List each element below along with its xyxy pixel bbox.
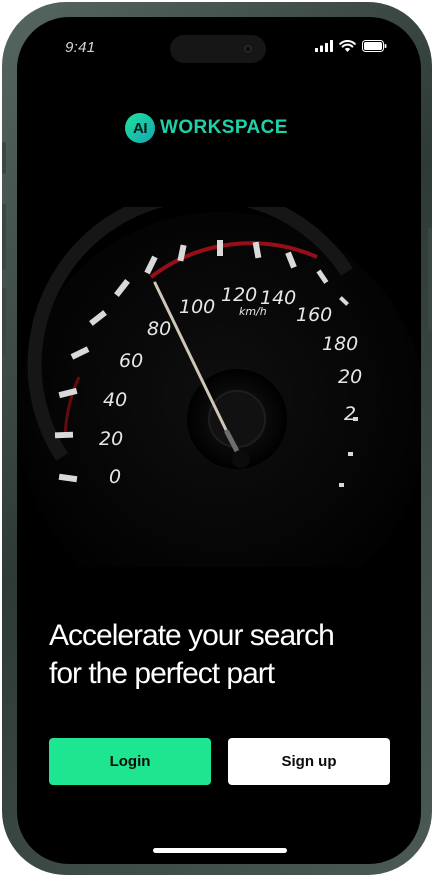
hero-line-2: for the perfect part xyxy=(49,657,275,690)
gauge-label: 20 xyxy=(338,366,362,388)
hero-line-1: Accelerate your search xyxy=(49,619,335,652)
front-camera xyxy=(244,45,252,53)
phone-frame: 9:41 AI WORKSPACE 0 20 40 60 80 100 120 … xyxy=(2,2,432,875)
gauge-label: 2 xyxy=(344,403,356,425)
speedometer-image: 0 20 40 60 80 100 120 140 160 180 20 2 k… xyxy=(17,207,421,567)
gauge-label: 100 xyxy=(179,296,215,318)
power-button xyxy=(428,228,432,332)
gauge-label: 80 xyxy=(147,318,171,340)
login-button[interactable]: Login xyxy=(49,738,211,785)
home-indicator[interactable] xyxy=(153,848,287,853)
gauge-label: 0 xyxy=(109,466,121,488)
dynamic-island xyxy=(170,35,266,63)
gauge-label: 60 xyxy=(119,350,143,372)
battery-icon xyxy=(362,40,387,52)
gauge-label: 20 xyxy=(99,428,123,450)
logo-mark: AI xyxy=(125,113,155,143)
gauge-label: 180 xyxy=(322,333,358,355)
screen: 9:41 AI WORKSPACE 0 20 40 60 80 100 120 … xyxy=(17,17,421,864)
gauge-unit: km/h xyxy=(239,305,267,318)
logo-mark-text: AI xyxy=(133,119,148,137)
signup-button-label: Sign up xyxy=(281,753,337,770)
signal-icon xyxy=(315,40,333,52)
signup-button[interactable]: Sign up xyxy=(228,738,390,785)
status-time: 9:41 xyxy=(65,39,96,56)
login-button-label: Login xyxy=(109,753,151,770)
action-button xyxy=(2,142,6,174)
hero-headline: Accelerate your search for the perfect p… xyxy=(49,617,399,693)
status-bar: 9:41 xyxy=(17,17,421,71)
gauge-label: 40 xyxy=(103,389,127,411)
status-icons xyxy=(315,39,387,53)
gauge-label: 160 xyxy=(296,304,332,326)
volume-up-button xyxy=(2,204,6,270)
gauge-label: 120 xyxy=(221,284,257,306)
brand-logo: AI WORKSPACE xyxy=(125,113,288,143)
logo-text: WORKSPACE xyxy=(160,117,288,138)
wifi-icon xyxy=(339,40,356,52)
volume-down-button xyxy=(2,288,6,354)
